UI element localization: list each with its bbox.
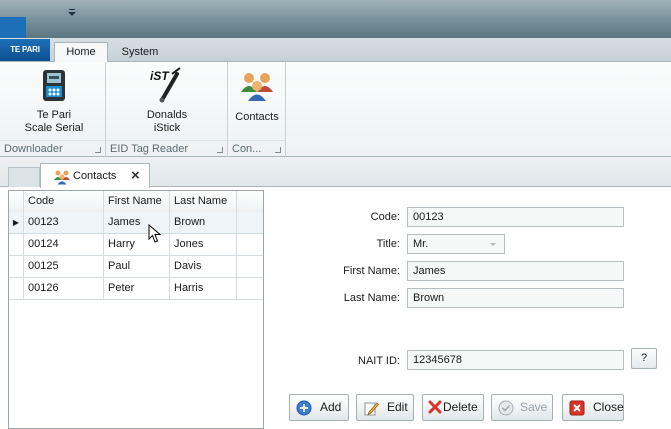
code-label: Code: bbox=[370, 211, 400, 223]
title-value: Mr. bbox=[413, 238, 429, 250]
cell-code[interactable]: 00123 bbox=[24, 212, 104, 233]
first-name-field[interactable]: James bbox=[407, 261, 624, 281]
mouse-cursor-icon bbox=[148, 224, 162, 243]
grid-header-indicator bbox=[9, 191, 24, 212]
delete-x-icon bbox=[428, 400, 442, 414]
contacts-people-icon bbox=[54, 170, 70, 185]
cell-code[interactable]: 00126 bbox=[24, 278, 104, 299]
nait-id-label: NAIT ID: bbox=[358, 355, 400, 367]
group-caption: EID Tag Reader bbox=[110, 143, 189, 155]
row-indicator bbox=[9, 234, 24, 255]
group-divider bbox=[228, 140, 285, 141]
button-label-line2: iStick bbox=[153, 122, 181, 134]
edit-button[interactable]: Edit bbox=[356, 394, 414, 421]
table-row[interactable]: 00124 Harry Jones bbox=[9, 234, 263, 256]
group-caption: Con... bbox=[232, 143, 262, 155]
add-button[interactable]: Add bbox=[289, 394, 349, 421]
column-header-first-name[interactable]: First Name bbox=[104, 191, 170, 212]
nait-lookup-button[interactable]: ? bbox=[631, 348, 657, 369]
row-indicator bbox=[9, 278, 24, 299]
first-name-label: First Name: bbox=[343, 265, 400, 277]
document-tab-bar: Contacts × bbox=[0, 157, 671, 188]
svg-text:iST: iST bbox=[150, 69, 170, 83]
cell-code[interactable]: 00124 bbox=[24, 234, 104, 255]
group-divider bbox=[106, 140, 227, 141]
chevron-down-icon bbox=[68, 12, 76, 16]
te-pari-scale-serial-button[interactable]: Te Pari Scale Serial bbox=[14, 66, 94, 135]
qat-bar-icon bbox=[69, 9, 75, 10]
istick-reader-icon: iST bbox=[150, 67, 181, 103]
button-label-line1: Donalds bbox=[146, 109, 188, 121]
grid-header-row: Code First Name Last Name bbox=[9, 191, 263, 213]
save-check-icon bbox=[498, 400, 514, 416]
contacts-ribbon-button[interactable]: Contacts bbox=[230, 66, 284, 124]
ribbon-group-downloader: Te Pari Scale Serial Downloader bbox=[0, 62, 106, 157]
cell-code[interactable]: 00125 bbox=[24, 256, 104, 277]
close-window-icon bbox=[569, 400, 585, 416]
edit-pencil-icon bbox=[364, 402, 379, 416]
table-row[interactable]: 00125 Paul Davis bbox=[9, 256, 263, 278]
tab-home[interactable]: Home bbox=[54, 42, 108, 63]
group-launcher-icon[interactable] bbox=[217, 147, 223, 153]
quick-access-customize-button[interactable] bbox=[64, 6, 80, 20]
app-logo-background bbox=[0, 17, 26, 39]
title-combobox[interactable]: Mr. bbox=[407, 234, 505, 254]
scale-device-icon bbox=[43, 70, 65, 101]
cell-last-name[interactable]: Davis bbox=[170, 256, 237, 277]
group-caption: Downloader bbox=[4, 143, 63, 155]
group-divider bbox=[0, 140, 105, 141]
last-name-field[interactable]: Brown bbox=[407, 288, 624, 308]
application-menu-button[interactable]: TE PARI bbox=[0, 39, 50, 61]
contacts-people-icon bbox=[241, 73, 273, 101]
contacts-grid[interactable]: Code First Name Last Name ▶ 00123 James … bbox=[8, 190, 264, 429]
row-indicator-icon: ▶ bbox=[9, 212, 24, 233]
donalds-istick-button[interactable]: iST Donalds iStick bbox=[126, 66, 208, 135]
edit-label: Edit bbox=[387, 400, 408, 414]
save-button[interactable]: Save bbox=[491, 394, 553, 421]
cell-first-name[interactable]: Peter bbox=[104, 278, 170, 299]
close-button[interactable]: Close bbox=[562, 394, 624, 421]
cell-last-name[interactable]: Jones bbox=[170, 234, 237, 255]
row-indicator bbox=[9, 256, 24, 277]
delete-button[interactable]: Delete bbox=[422, 394, 484, 421]
group-launcher-icon[interactable] bbox=[95, 147, 101, 153]
cell-first-name[interactable]: Paul bbox=[104, 256, 170, 277]
ribbon-group-eid-tag-reader: iST Donalds iStick EID Tag Reader bbox=[106, 62, 228, 157]
add-label: Add bbox=[320, 400, 342, 414]
document-tab-label: Contacts bbox=[73, 170, 117, 182]
delete-label: Delete bbox=[443, 400, 478, 414]
button-label-line2: Scale Serial bbox=[24, 122, 84, 134]
table-row[interactable]: 00126 Peter Harris bbox=[9, 278, 263, 300]
nait-id-field[interactable]: 12345678 bbox=[407, 350, 624, 370]
document-tab-placeholder[interactable] bbox=[8, 167, 40, 187]
title-bar bbox=[0, 0, 671, 38]
chevron-down-icon[interactable] bbox=[490, 243, 496, 246]
close-label: Close bbox=[593, 400, 624, 414]
column-header-last-name[interactable]: Last Name bbox=[170, 191, 237, 212]
cell-last-name[interactable]: Brown bbox=[170, 212, 237, 233]
button-label-line1: Te Pari bbox=[36, 109, 72, 121]
add-icon bbox=[296, 400, 312, 416]
last-name-label: Last Name: bbox=[343, 292, 400, 304]
document-tab-contacts[interactable]: Contacts × bbox=[40, 163, 150, 188]
button-label-line1: Contacts bbox=[235, 111, 279, 123]
tab-system[interactable]: System bbox=[112, 44, 168, 63]
code-field[interactable]: 00123 bbox=[407, 207, 624, 227]
ribbon-panel: Te Pari Scale Serial Downloader iST Dona… bbox=[0, 62, 671, 157]
group-launcher-icon[interactable] bbox=[275, 147, 281, 153]
ribbon-group-contacts: Contacts Con... bbox=[228, 62, 286, 157]
column-header-code[interactable]: Code bbox=[24, 191, 104, 212]
table-row[interactable]: ▶ 00123 James Brown bbox=[9, 212, 263, 234]
cell-last-name[interactable]: Harris bbox=[170, 278, 237, 299]
close-icon[interactable]: × bbox=[131, 167, 140, 184]
title-label: Title: bbox=[376, 238, 400, 250]
save-label: Save bbox=[520, 400, 548, 414]
